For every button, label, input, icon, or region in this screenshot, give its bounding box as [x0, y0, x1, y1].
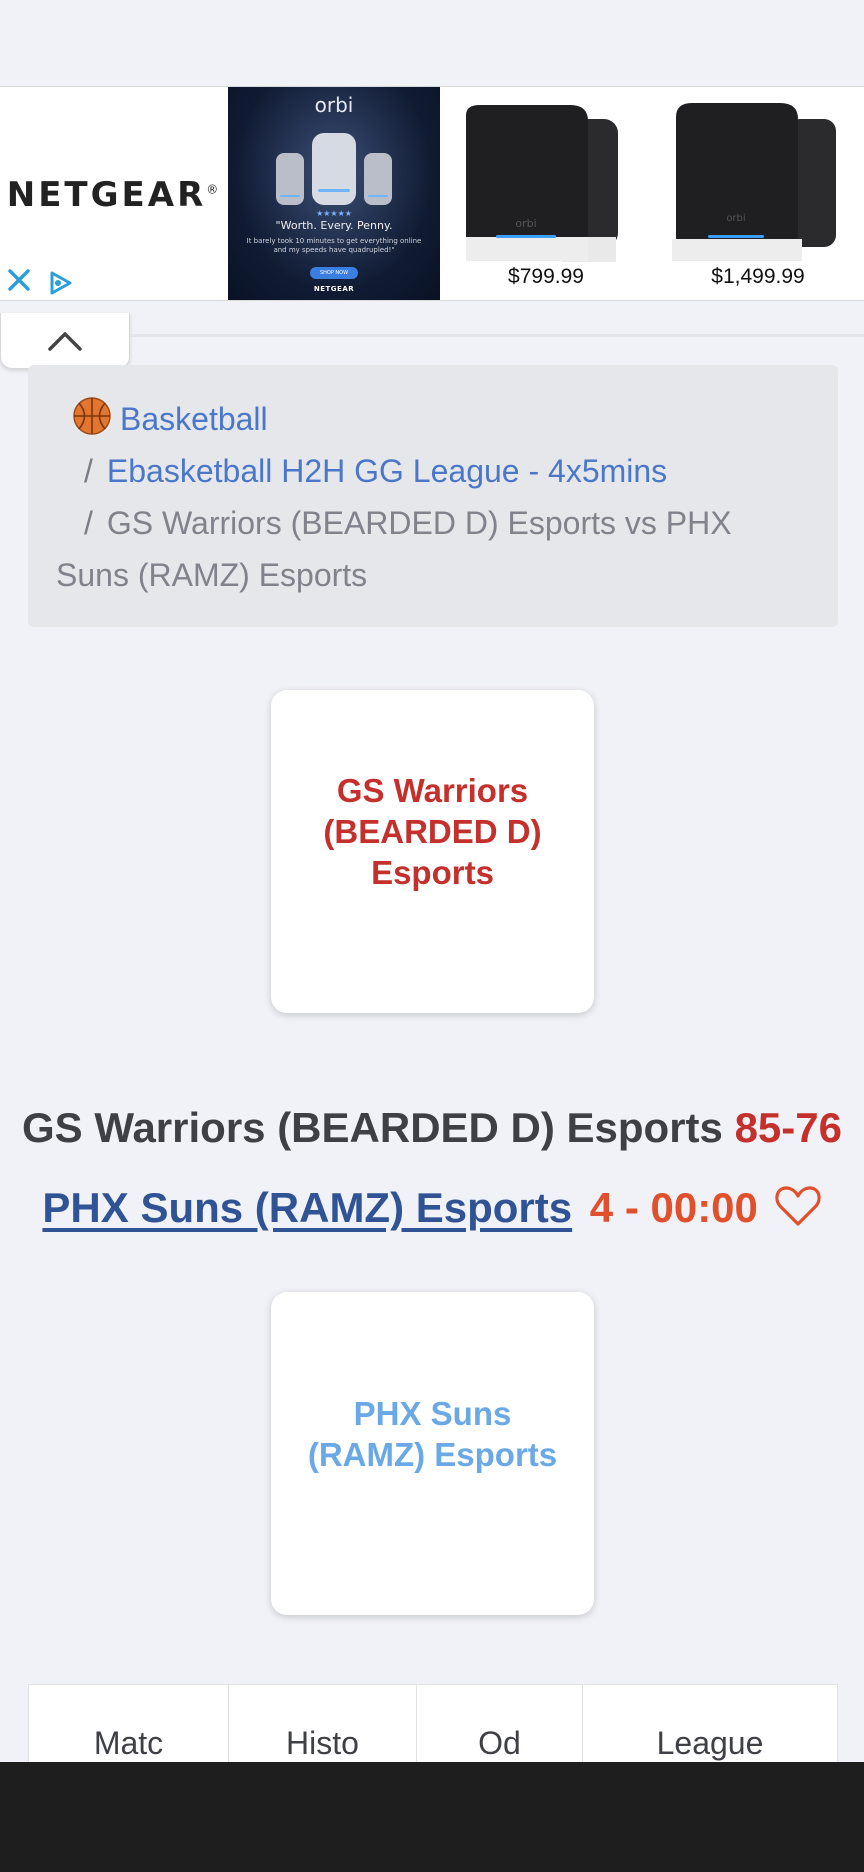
breadcrumb-link-sport[interactable]: Basketball: [120, 401, 268, 437]
ad-banner[interactable]: NETGEAR® orbi ★★★★★ "Worth. Every. Penny…: [0, 86, 864, 301]
away-team-link[interactable]: PHX Suns (RAMZ) Esports: [42, 1184, 572, 1231]
breadcrumb: Basketball / Ebasketball H2H GG League - …: [28, 365, 838, 627]
divider: [130, 334, 864, 337]
home-team-title: GS Warriors (BEARDED D) Esports: [22, 1104, 723, 1151]
rating-stars: ★★★★★: [316, 209, 352, 218]
router-image: [276, 133, 392, 205]
score-line: GS Warriors (BEARDED D) Esports 85-76: [0, 1104, 864, 1152]
ad-product-1[interactable]: orbi $799.99: [440, 87, 652, 300]
ad-brand-logo[interactable]: NETGEAR®: [0, 87, 228, 300]
breadcrumb-sport[interactable]: Basketball: [73, 393, 782, 445]
match-status: 4 - 00:00: [589, 1184, 758, 1231]
router-product-image: orbi: [466, 105, 618, 263]
match-score: 85-76: [734, 1104, 842, 1151]
ad-product-2[interactable]: orbi $1,499.99: [652, 87, 864, 300]
tab-league[interactable]: League: [583, 1685, 837, 1763]
breadcrumb-current-item: / GS Warriors (BEARDED D) Esports vs PHX …: [56, 497, 782, 601]
router-label: orbi: [515, 217, 536, 230]
chevron-up-icon: [48, 331, 82, 351]
breadcrumb-link-league[interactable]: Ebasketball H2H GG League - 4x5mins: [107, 453, 667, 489]
netgear-logo: NETGEAR®: [6, 174, 222, 215]
ad-close-icon[interactable]: [6, 267, 32, 293]
away-team-name: PHX Suns (RAMZ) Esports: [307, 1394, 558, 1473]
match-tabs: Matc Histo Od League: [28, 1684, 838, 1764]
ad-fine-print: It barely took 10 minutes to get everyth…: [246, 237, 422, 254]
collapse-ad-button[interactable]: [0, 313, 130, 369]
adchoices-icon[interactable]: [46, 269, 76, 297]
breadcrumb-separator: /: [84, 453, 93, 489]
home-team-name: GS Warriors (BEARDED D) Esports: [323, 772, 542, 891]
shop-now-button[interactable]: SHOP NOW: [310, 267, 358, 279]
ad-quote: "Worth. Every. Penny.: [275, 219, 393, 232]
breadcrumb-separator: /: [84, 505, 93, 541]
breadcrumb-league-item[interactable]: / Ebasketball H2H GG League - 4x5mins: [56, 445, 782, 497]
breadcrumb-current: GS Warriors (BEARDED D) Esports vs PHX S…: [56, 505, 732, 593]
router-product-image: orbi: [672, 103, 836, 261]
away-team-card[interactable]: PHX Suns (RAMZ) Esports: [271, 1292, 594, 1615]
orbi-logo: orbi: [314, 93, 354, 117]
price-label: $1,499.99: [711, 265, 805, 288]
ad-tile-brand: NETGEAR: [313, 285, 355, 293]
tab-odds[interactable]: Od: [417, 1685, 583, 1763]
tab-history[interactable]: Histo: [229, 1685, 417, 1763]
system-navigation-bar: [0, 1762, 864, 1872]
basketball-icon: [73, 397, 111, 435]
price-label: $799.99: [508, 265, 584, 288]
tab-matches[interactable]: Matc: [29, 1685, 229, 1763]
home-team-card[interactable]: GS Warriors (BEARDED D) Esports: [271, 690, 594, 1013]
heart-icon[interactable]: [774, 1184, 822, 1228]
status-line: PHX Suns (RAMZ) Esports 4 - 00:00: [0, 1184, 864, 1232]
ad-orbi-tile[interactable]: orbi ★★★★★ "Worth. Every. Penny. It bare…: [228, 87, 440, 300]
router-label: orbi: [726, 213, 745, 224]
